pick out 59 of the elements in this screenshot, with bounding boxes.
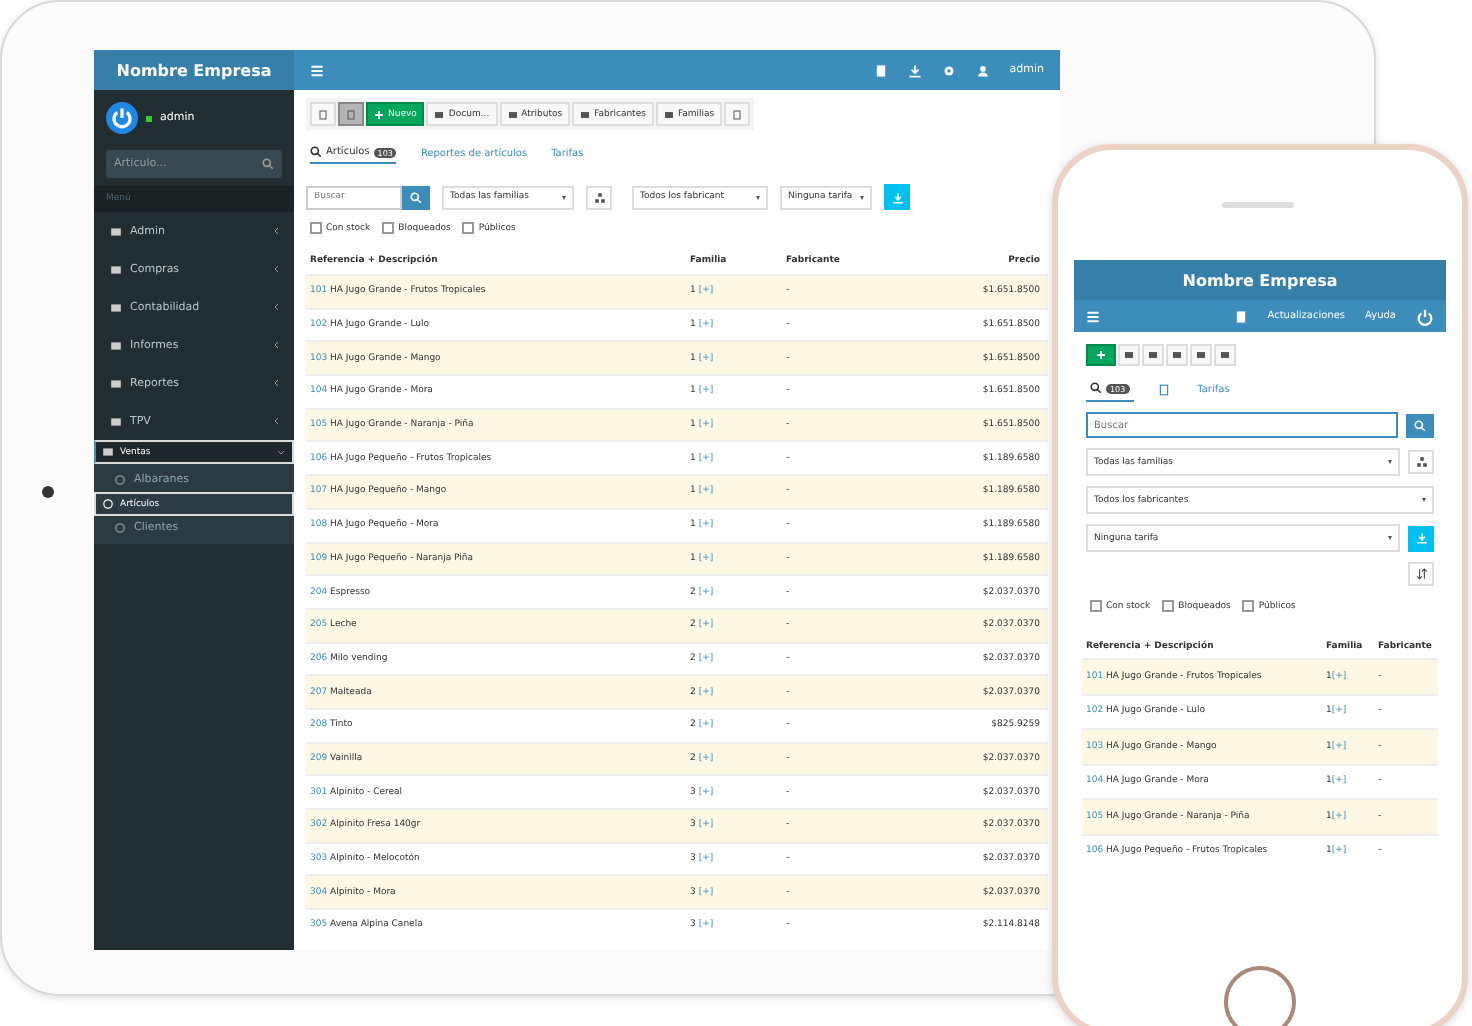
- download-icon[interactable]: [907, 63, 922, 77]
- download-icon: [1415, 532, 1427, 544]
- document-icon[interactable]: [1233, 309, 1248, 323]
- hierarchy-icon: [1415, 456, 1427, 468]
- folder-icon: [1148, 350, 1158, 360]
- page-icon: [732, 109, 743, 119]
- caret-icon: [860, 195, 864, 199]
- search-icon: [1414, 419, 1426, 431]
- add-button[interactable]: [1086, 344, 1116, 366]
- folder-icon: [663, 109, 674, 119]
- search-icon: [410, 191, 422, 203]
- folder-icon: [507, 109, 518, 119]
- search-icon: [1090, 382, 1102, 394]
- menu-icon[interactable]: [1086, 309, 1100, 323]
- search-button[interactable]: [1406, 413, 1434, 437]
- folder-icon: [110, 415, 122, 427]
- brand-title: Nombre Empresa: [1074, 260, 1446, 300]
- brand-title: Nombre Empresa: [94, 50, 294, 90]
- sort-button[interactable]: [1408, 562, 1434, 586]
- folder-icon: [110, 377, 122, 389]
- download-icon: [891, 191, 903, 203]
- user-icon[interactable]: [975, 63, 990, 77]
- search-icon: [310, 146, 322, 158]
- download-button[interactable]: [884, 184, 910, 210]
- folder-icon: [1196, 350, 1206, 360]
- sort-icon: [1415, 568, 1427, 580]
- caret-icon: [562, 195, 566, 199]
- plus-icon: [374, 109, 384, 119]
- folder-icon: [580, 109, 591, 119]
- menu-icon[interactable]: [310, 63, 324, 77]
- page-icon: [346, 109, 356, 119]
- plus-icon: [1096, 350, 1106, 360]
- caret-icon: [1422, 498, 1426, 502]
- hierarchy-icon: [593, 191, 605, 203]
- caret-icon: [756, 195, 760, 199]
- folder-icon: [110, 339, 122, 351]
- folder-icon: [1124, 350, 1134, 360]
- speaker-slot: [1222, 202, 1294, 208]
- hierarchy-button[interactable]: [1408, 450, 1434, 474]
- power-icon[interactable]: [1416, 307, 1434, 325]
- power-logo-icon: [106, 102, 138, 134]
- gear-icon[interactable]: [941, 63, 956, 77]
- folder-icon: [434, 109, 445, 119]
- page-icon: [318, 109, 328, 119]
- camera-dot: [42, 486, 54, 498]
- caret-icon: [1388, 460, 1392, 464]
- hierarchy-button[interactable]: [586, 185, 612, 209]
- folder-icon: [110, 263, 122, 275]
- folder-icon: [102, 446, 114, 458]
- folder-icon: [1220, 350, 1230, 360]
- folder-icon: [1172, 350, 1182, 360]
- caret-icon: [1388, 536, 1392, 540]
- search-button[interactable]: [402, 185, 430, 209]
- folder-icon: [110, 225, 122, 237]
- download-button[interactable]: [1408, 525, 1434, 551]
- folder-icon: [110, 301, 122, 313]
- document-icon[interactable]: [873, 63, 888, 77]
- search-icon: [262, 158, 274, 170]
- report-icon: [1157, 383, 1170, 395]
